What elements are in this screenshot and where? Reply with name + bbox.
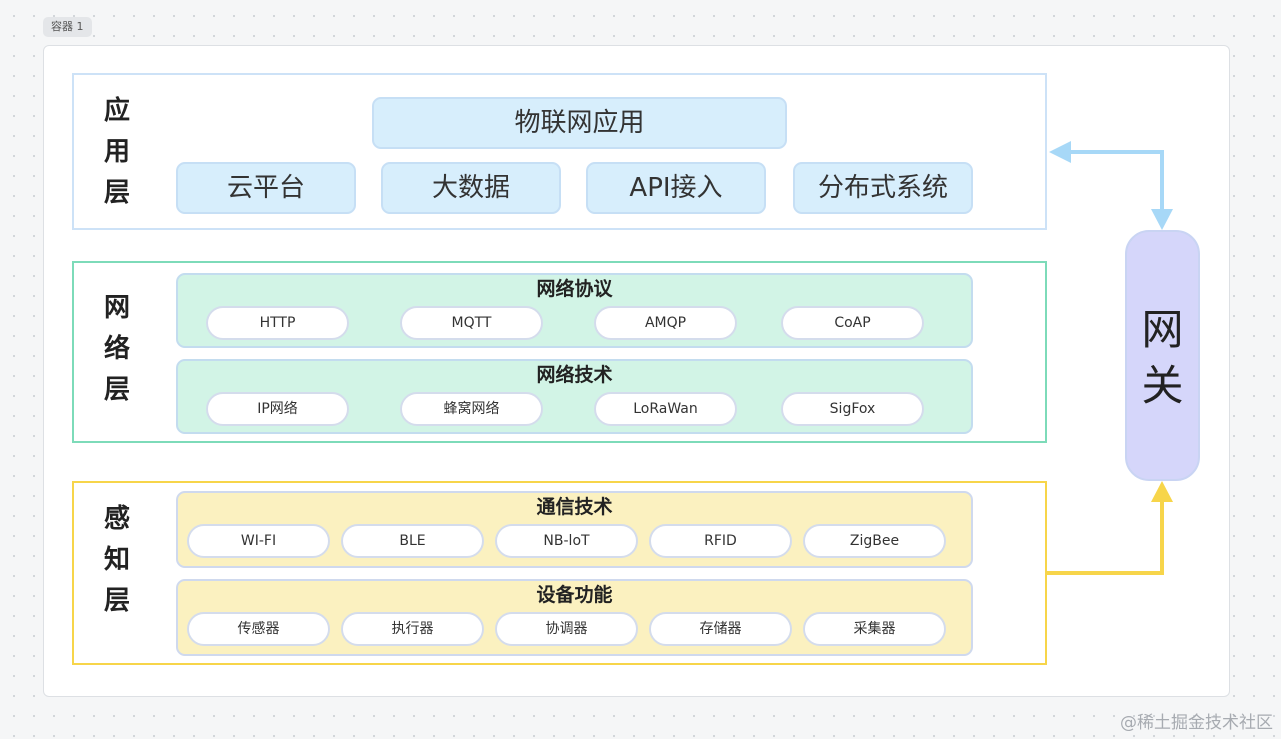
gateway-to-application-arrow (1049, 141, 1173, 230)
watermark: @稀土掘金技术社区 (1120, 713, 1273, 733)
perception-to-gateway-arrow (1047, 481, 1173, 575)
connector-arrows (1047, 141, 1173, 575)
